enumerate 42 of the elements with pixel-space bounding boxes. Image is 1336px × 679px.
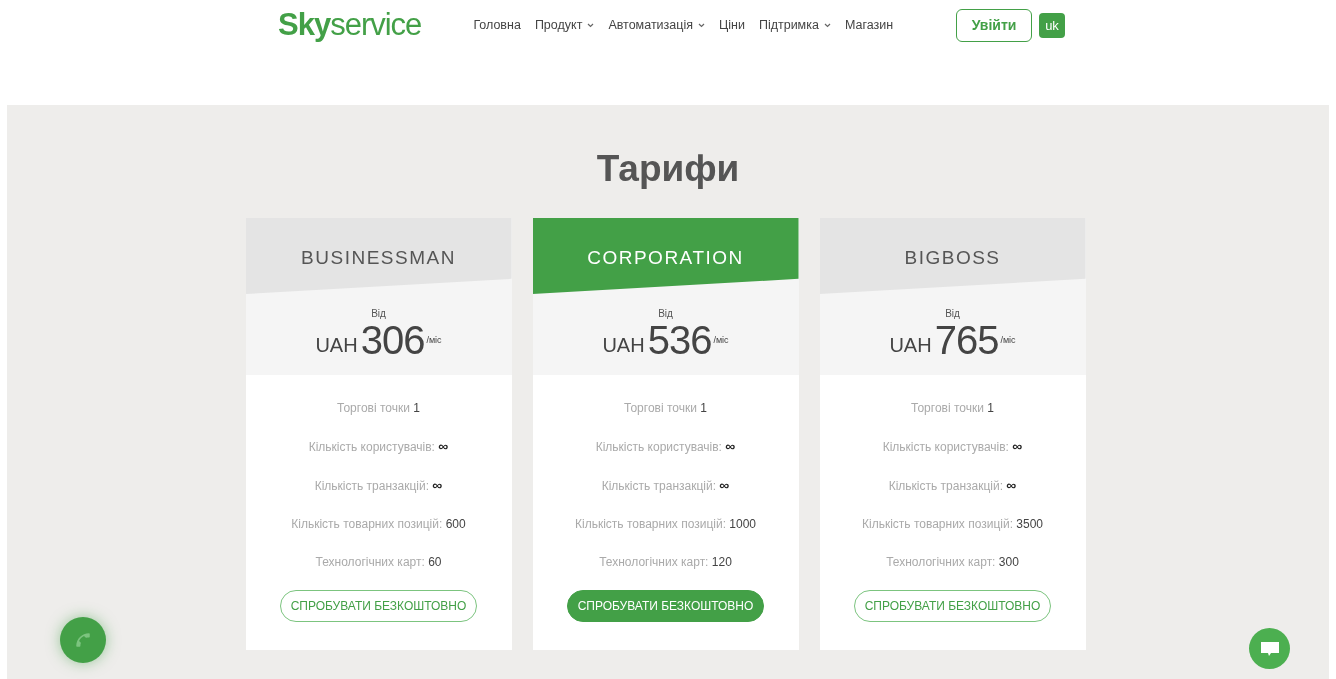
feature-line: Кількість користувачів: ∞: [882, 438, 1023, 455]
feature-line: Кількість товарних позицій: 3500: [861, 516, 1044, 532]
chevron-down-icon: [587, 22, 595, 28]
price-period: /міс: [426, 335, 442, 345]
feature-line: Технологічних карт: 120: [599, 554, 732, 570]
chat-bubble-icon: [1259, 640, 1280, 657]
section-title: Тарифи: [595, 147, 741, 189]
price-prefix: Від: [658, 308, 673, 319]
nav-link[interactable]: Ціни: [719, 18, 745, 32]
plan-name: BUSINESSMAN: [301, 247, 456, 269]
feature-line: Торгові точки 1: [337, 400, 420, 416]
nav-link[interactable]: Магазин: [844, 18, 894, 32]
currency: UAH: [889, 334, 932, 357]
feature-line: Кількість транзакцій: ∞: [601, 477, 730, 494]
feature-line: Торгові точки 1: [624, 400, 707, 416]
price-amount: 306: [360, 319, 425, 361]
price-period: /міс: [1000, 335, 1016, 345]
feature-line: Технологічних карт: 300: [886, 554, 1019, 570]
price-amount: 765: [934, 319, 999, 361]
price-amount: 536: [647, 319, 712, 361]
nav-link[interactable]: Автоматизація: [608, 18, 705, 32]
feature-line: Технологічних карт: 60: [315, 554, 442, 570]
feature-line: Кількість товарних позицій: 1000: [574, 516, 757, 532]
feature-line: Кількість користувачів: ∞: [308, 438, 449, 455]
feature-line: Кількість транзакцій: ∞: [888, 477, 1017, 494]
phone-icon: [74, 631, 92, 649]
price-period: /міс: [713, 335, 729, 345]
feature-line: Кількість транзакцій: ∞: [314, 477, 443, 494]
feature-line: Кількість користувачів: ∞: [595, 438, 736, 455]
currency: UAH: [602, 334, 645, 357]
nav-link[interactable]: Продукт: [534, 18, 595, 32]
plan-name: BIGBOSS: [904, 247, 1001, 269]
plan-name: CORPORATION: [587, 247, 744, 269]
nav-link[interactable]: Головна: [473, 18, 521, 32]
price-prefix: Від: [945, 308, 960, 319]
feature-line: Кількість товарних позицій: 600: [291, 516, 466, 532]
chevron-down-icon: [823, 22, 831, 28]
feature-line: Торгові точки 1: [911, 400, 994, 416]
chevron-down-icon: [698, 22, 705, 28]
nav-link[interactable]: Підтримка: [758, 18, 831, 32]
price-prefix: Від: [371, 308, 386, 319]
currency: UAH: [315, 334, 358, 357]
